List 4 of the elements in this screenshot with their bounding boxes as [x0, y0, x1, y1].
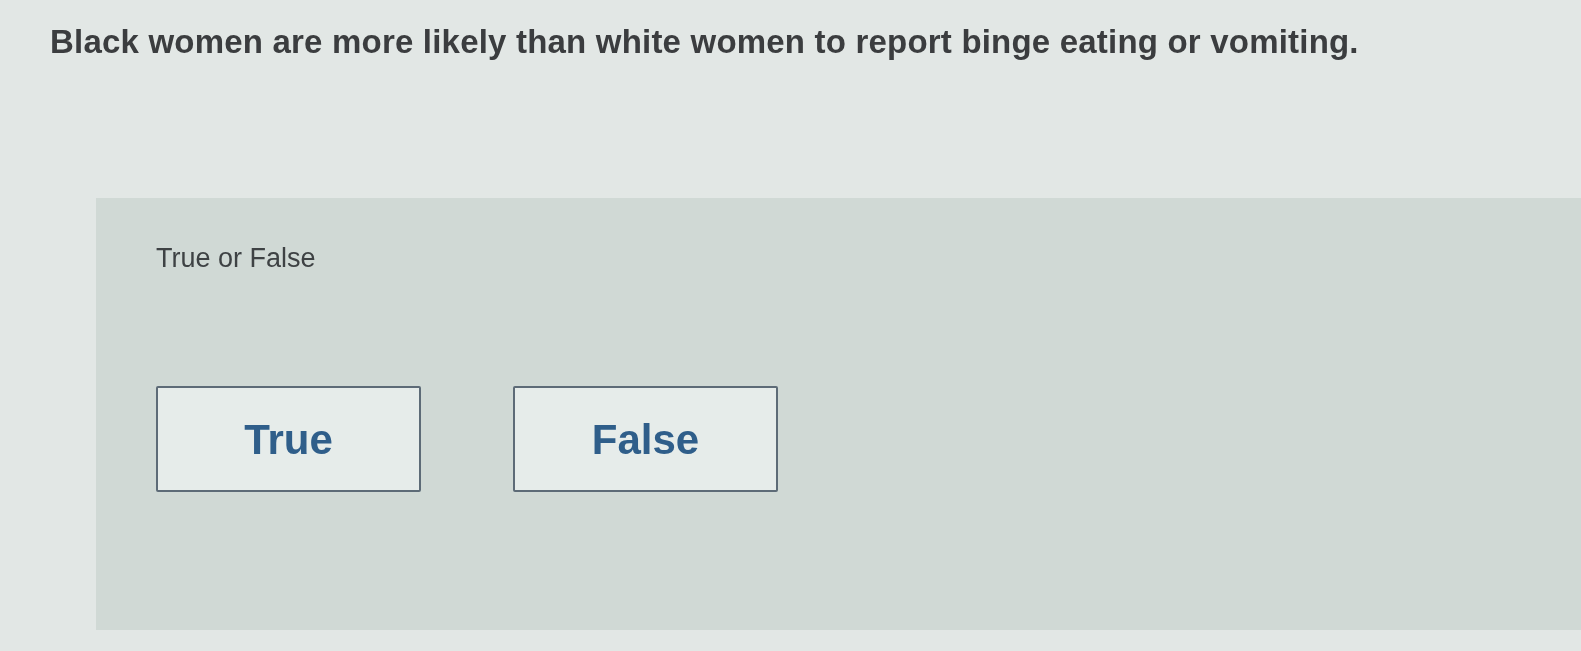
question-text: Black women are more likely than white women to report binge eating or vomiting. — [50, 22, 1359, 62]
prompt-text: True or False — [156, 242, 316, 275]
answer-option-button[interactable]: False — [513, 386, 778, 492]
answer-option-button[interactable]: True — [156, 386, 421, 492]
